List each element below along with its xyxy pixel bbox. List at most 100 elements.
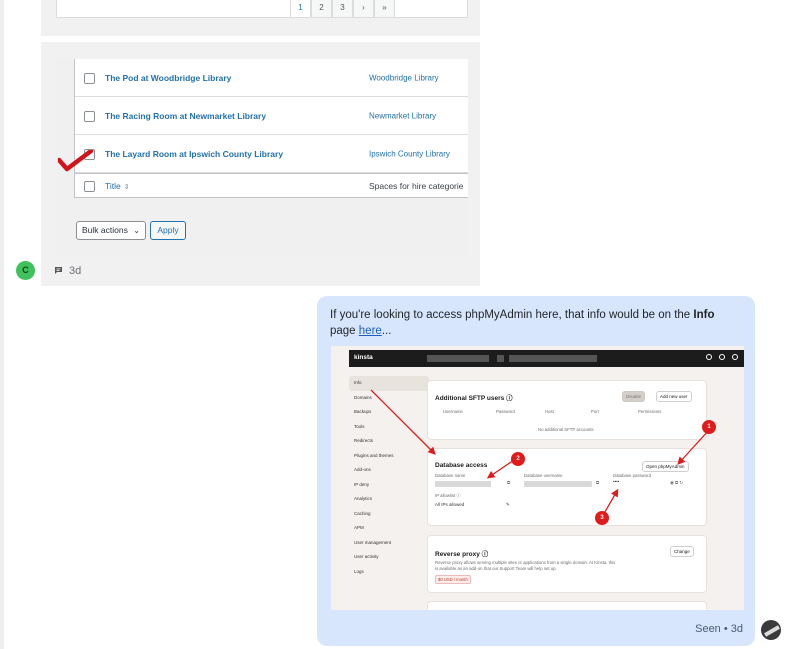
col-port: Port: [591, 409, 599, 414]
info-bold: Info: [693, 309, 715, 321]
table-row: The Pod at Woodbridge Library Woodbridge…: [75, 59, 468, 97]
col-host: Host: [545, 409, 554, 414]
sidebar-item-logs: Logs: [354, 568, 364, 574]
row-library: Newmarket Library: [369, 111, 437, 120]
row-library: Ipswich County Library: [369, 149, 450, 158]
sftp-empty-state: No additional SFTP accounts: [538, 427, 594, 432]
change-button: Change: [670, 546, 694, 557]
message-timestamp: 3d: [69, 264, 82, 277]
table-row: The Racing Room at Newmarket Library New…: [75, 97, 468, 135]
annotation-number-1: 1: [702, 420, 716, 434]
col-username: Username: [443, 409, 463, 414]
pagination: 1 2 3 › »: [290, 0, 395, 18]
sftp-title: Additional SFTP users ⓘ: [435, 395, 513, 402]
next-page-button: ›: [353, 0, 374, 18]
reverse-proxy-title: Reverse proxy ⓘ: [435, 551, 489, 558]
blurred-db-name: [435, 481, 491, 487]
comment-icon[interactable]: [54, 266, 63, 275]
row-library: Woodbridge Library: [369, 73, 439, 82]
category-column-header: Spaces for hire categorie: [369, 180, 464, 191]
title-column-header: Title ⇕: [105, 180, 130, 191]
page-3-button: 3: [332, 0, 353, 18]
sidebar-item-apm: APM: [354, 525, 364, 530]
blurred-site-name: [427, 355, 489, 362]
row-title: The Racing Room at Newmarket Library: [105, 110, 267, 121]
blurred-url: [509, 355, 597, 362]
help-icon: [732, 354, 738, 360]
open-phpmyadmin-button: Open phpMyAdmin: [642, 461, 689, 472]
sidebar-item-redirects: Redirects: [354, 438, 374, 443]
screenshot-top-fragment: 1 2 3 › »: [56, 0, 468, 18]
wordpress-list-screenshot[interactable]: The Pod at Woodbridge Library Woodbridge…: [56, 59, 468, 255]
copy-icon: ⧉: [596, 480, 600, 485]
db-password-value: ••••: [613, 479, 620, 484]
left-gutter: [0, 0, 4, 649]
col-password: Password: [496, 409, 515, 414]
sidebar-item-addons: Add-ons: [354, 467, 371, 472]
proxy-description: Reverse proxy allows serving multiple si…: [435, 560, 616, 565]
sidebar-item-ip-deny: IP deny: [354, 481, 370, 487]
reverse-proxy-card: Reverse proxy ⓘ Change Reverse proxy all…: [427, 535, 707, 593]
next-card-fragment: [427, 601, 707, 610]
apply-button: Apply: [150, 221, 186, 240]
avatar[interactable]: C: [16, 261, 35, 280]
kinsta-screenshot[interactable]: kinsta Info Domains Backups Tools Redire…: [331, 346, 744, 610]
sidebar-item-plugins: Plugins and themes: [354, 452, 394, 458]
copy-icon: ⧉: [507, 480, 511, 485]
database-access-card: Database access Open phpMyAdmin Database…: [427, 448, 707, 526]
proxy-description-2: is available as an add-on that our Suppo…: [435, 566, 557, 571]
bulk-actions-select: Bulk actions ⌄: [76, 221, 146, 240]
row-checkbox: [84, 110, 95, 122]
blurred-db-user: [524, 481, 592, 487]
sftp-users-card: Additional SFTP users ⓘ Disable Add new …: [427, 380, 707, 440]
sidebar-item-caching: Caching: [354, 510, 371, 516]
kinsta-logo: kinsta: [354, 354, 373, 361]
outgoing-message-bubble: If you're looking to access phpMyAdmin h…: [317, 296, 755, 646]
row-title: The Layard Room at Ipswich County Librar…: [105, 148, 284, 159]
page-1-button: 1: [290, 0, 311, 18]
ip-allowlist-label: IP allowlist ⓘ: [435, 493, 461, 498]
col-permissions: Permissions: [638, 409, 662, 414]
sort-arrows-icon: ⇕: [123, 183, 130, 191]
db-pass-label: Database password: [613, 473, 651, 478]
sidebar-item-user-activity: User activity: [354, 554, 379, 559]
search-icon: [706, 354, 712, 360]
sidebar-item-user-management: User management: [354, 539, 392, 545]
incoming-message-bubble: 1 2 3 › » The Pod at Woodbridge Library …: [41, 0, 480, 286]
top-bar-icons: [706, 354, 738, 360]
sftp-disable-button: Disable: [622, 391, 646, 402]
table-row: The Layard Room at Ipswich County Librar…: [75, 135, 468, 173]
password-actions-icon: ◉ ⧉ ↻: [670, 480, 683, 485]
sidebar-item-tools: Tools: [354, 423, 365, 429]
edit-icon: ✎: [506, 502, 510, 507]
here-link[interactable]: here: [359, 325, 382, 337]
incoming-message-meta: C 3d: [16, 261, 81, 280]
attachment-divider: [41, 36, 480, 42]
database-title: Database access: [435, 462, 488, 469]
row-checkbox: [84, 72, 95, 84]
ip-allowlist-value: All IPs allowed: [435, 502, 465, 507]
sidebar-item-backups: Backups: [354, 409, 372, 414]
blurred-icon: [497, 355, 504, 362]
annotation-number-3: 3: [595, 511, 609, 525]
select-all-checkbox: [84, 180, 95, 192]
add-new-user-button: Add new user: [656, 391, 692, 402]
chat-thread: 1 2 3 › » The Pod at Woodbridge Library …: [0, 0, 792, 649]
chevron-down-icon: ⌄: [133, 226, 140, 235]
kinsta-sidebar: Info Domains Backups Tools Redirects Plu…: [349, 376, 429, 579]
avatar[interactable]: [761, 620, 781, 640]
last-page-button: »: [374, 0, 395, 18]
red-checkmark-annotation: [58, 150, 94, 172]
price-badge: $0 USD / month: [435, 575, 471, 584]
posts-table: The Pod at Woodbridge Library Woodbridge…: [74, 59, 468, 198]
sidebar-item-analytics: Analytics: [354, 496, 373, 501]
table-footer-row: Title ⇕ Spaces for hire categorie: [75, 173, 468, 198]
db-name-label: Database name: [435, 473, 466, 478]
bell-icon: [719, 354, 725, 360]
db-user-label: Database username: [524, 473, 563, 478]
message-text: If you're looking to access phpMyAdmin h…: [330, 309, 715, 337]
kinsta-top-bar: kinsta: [349, 350, 744, 367]
row-title: The Pod at Woodbridge Library: [105, 72, 232, 83]
page-2-button: 2: [311, 0, 332, 18]
annotation-number-2: 2: [511, 452, 525, 466]
